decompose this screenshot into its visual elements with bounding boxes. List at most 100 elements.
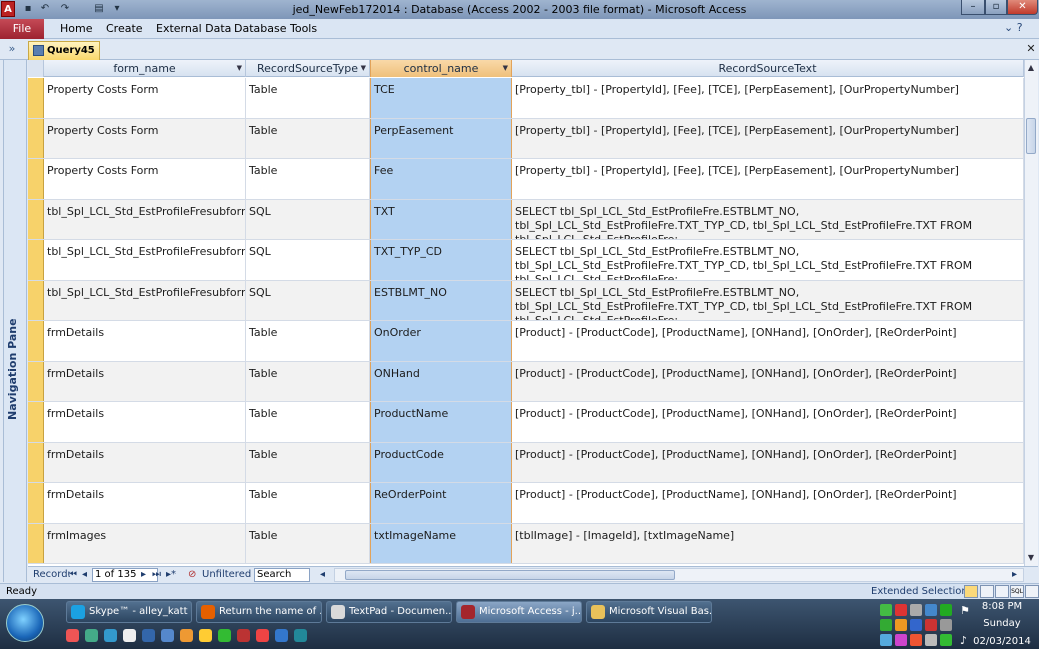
recordsourcetext-cell[interactable]: [Property_tbl] - [PropertyId], [Fee], [T… xyxy=(512,118,1024,158)
dropdown-arrow-icon[interactable]: ▼ xyxy=(237,60,242,77)
column-header-recordsourcetext[interactable]: RecordSourceText xyxy=(512,60,1024,77)
tray-orange-icon[interactable] xyxy=(895,619,907,631)
table-row[interactable]: tbl_Spl_LCL_Std_EstProfileFresubform SQL T… xyxy=(28,199,1024,240)
recordsourcetext-cell[interactable]: SELECT tbl_Spl_LCL_Std_EstProfileFre.EST… xyxy=(512,199,1024,239)
form-name-cell[interactable]: frmImages xyxy=(44,523,246,563)
record-selector[interactable] xyxy=(28,78,44,118)
record-selector[interactable] xyxy=(28,159,44,199)
record-selector[interactable] xyxy=(28,240,44,280)
quicklaunch-explorer-icon[interactable] xyxy=(123,629,136,642)
volume-icon[interactable]: ♪ xyxy=(960,634,967,647)
next-record-icon[interactable]: ▸ xyxy=(141,568,146,582)
recordsourcetext-cell[interactable]: [tblImage] - [ImageId], [txtImageName] xyxy=(512,523,1024,563)
taskbar-item[interactable]: Microsoft Visual Bas... xyxy=(586,601,712,623)
record-selector[interactable] xyxy=(28,199,44,239)
control-name-cell[interactable]: ProductCode xyxy=(370,442,512,482)
table-row[interactable]: Property Costs Form Table PerpEasement [Pro… xyxy=(28,118,1024,159)
record-selector[interactable] xyxy=(28,118,44,158)
tray-firefox-icon[interactable] xyxy=(910,634,922,646)
control-name-cell[interactable]: txtImageName xyxy=(370,523,512,563)
control-name-cell[interactable]: TCE xyxy=(370,78,512,118)
tray-device-icon[interactable] xyxy=(910,604,922,616)
quicklaunch-chrome-icon[interactable] xyxy=(180,629,193,642)
flag-icon[interactable]: ⚑ xyxy=(960,604,970,617)
form-name-cell[interactable]: frmDetails xyxy=(44,361,246,401)
control-name-cell[interactable]: ONHand xyxy=(370,361,512,401)
navigation-pane[interactable]: Navigation Pane xyxy=(3,60,27,582)
tray-misc-icon[interactable] xyxy=(895,634,907,646)
minimize-button[interactable]: – xyxy=(961,0,985,15)
form-name-cell[interactable]: tbl_Spl_LCL_Std_EstProfileFresubform xyxy=(44,280,246,320)
clock-day[interactable]: Sunday xyxy=(978,618,1026,629)
record-selector[interactable] xyxy=(28,483,44,523)
pivottable-view-icon[interactable] xyxy=(980,585,994,598)
taskbar-item[interactable]: Microsoft Access - j... xyxy=(456,601,582,623)
help-icon[interactable]: ⌄ ? xyxy=(1004,21,1023,34)
recordsourcetype-cell[interactable]: Table xyxy=(246,321,370,361)
scroll-up-arrow-icon[interactable]: ▲ xyxy=(1024,61,1038,75)
control-name-cell[interactable]: ESTBLMT_NO xyxy=(370,280,512,320)
table-row[interactable]: frmDetails Table ReOrderPoint [Product] - [… xyxy=(28,483,1024,524)
recordsourcetext-cell[interactable]: SELECT tbl_Spl_LCL_Std_EstProfileFre.EST… xyxy=(512,240,1024,280)
quicklaunch-camera-icon[interactable] xyxy=(294,629,307,642)
form-name-cell[interactable]: frmDetails xyxy=(44,483,246,523)
recordsourcetype-cell[interactable]: Table xyxy=(246,523,370,563)
quicklaunch-window-icon[interactable] xyxy=(275,629,288,642)
tray-display-icon[interactable] xyxy=(925,604,937,616)
table-row[interactable]: tbl_Spl_LCL_Std_EstProfileFresubform SQL T… xyxy=(28,240,1024,281)
recordsourcetype-cell[interactable]: Table xyxy=(246,159,370,199)
close-document-icon[interactable]: ✕ xyxy=(1024,42,1038,56)
recordsourcetext-cell[interactable]: [Product] - [ProductCode], [ProductName]… xyxy=(512,442,1024,482)
record-selector[interactable] xyxy=(28,523,44,563)
start-button[interactable] xyxy=(6,604,44,642)
restore-button[interactable]: ▫ xyxy=(985,0,1007,15)
nav-pane-toggle-icon[interactable]: » xyxy=(4,42,20,58)
horizontal-scroll-thumb[interactable] xyxy=(345,570,675,580)
first-record-icon[interactable]: ⏮ xyxy=(68,568,77,582)
previous-record-icon[interactable]: ◂ xyxy=(82,568,87,582)
recordsourcetype-cell[interactable]: Table xyxy=(246,118,370,158)
table-row[interactable]: frmDetails Table ONHand [Product] - [Produc… xyxy=(28,361,1024,402)
quicklaunch-monitor-icon[interactable] xyxy=(142,629,155,642)
tray-alert-icon[interactable] xyxy=(925,619,937,631)
form-name-cell[interactable]: tbl_Spl_LCL_Std_EstProfileFresubform xyxy=(44,240,246,280)
tab-file[interactable]: File xyxy=(0,19,44,39)
pivotchart-view-icon[interactable] xyxy=(995,585,1009,598)
tray-update-icon[interactable] xyxy=(940,604,952,616)
recordsourcetext-cell[interactable]: [Product] - [ProductCode], [ProductName]… xyxy=(512,321,1024,361)
sql-view-icon[interactable]: SQL xyxy=(1010,585,1024,598)
record-selector[interactable] xyxy=(28,361,44,401)
record-selector[interactable] xyxy=(28,321,44,361)
column-header-control-name[interactable]: control_name ▼ xyxy=(370,60,512,77)
taskbar-item[interactable]: Skype™ - alley_katt xyxy=(66,601,192,623)
recordsourcetext-cell[interactable]: [Product] - [ProductCode], [ProductName]… xyxy=(512,402,1024,442)
recordsourcetype-cell[interactable]: Table xyxy=(246,361,370,401)
scroll-left-arrow-icon[interactable]: ◂ xyxy=(320,568,325,582)
recordsourcetext-cell[interactable]: SELECT tbl_Spl_LCL_Std_EstProfileFre.EST… xyxy=(512,280,1024,320)
quicklaunch-paint-icon[interactable] xyxy=(85,629,98,642)
search-input[interactable]: Search xyxy=(254,568,310,582)
current-record-field[interactable]: 1 of 135 xyxy=(92,568,158,582)
tab-database-tools[interactable]: Database Tools xyxy=(234,19,317,39)
tray-sync-icon[interactable] xyxy=(880,619,892,631)
quicklaunch-grid-icon[interactable] xyxy=(256,629,269,642)
recordsourcetype-cell[interactable]: SQL xyxy=(246,240,370,280)
control-name-cell[interactable]: Fee xyxy=(370,159,512,199)
vertical-scroll-thumb[interactable] xyxy=(1026,118,1036,154)
table-row[interactable]: tbl_Spl_LCL_Std_EstProfileFresubform SQL E… xyxy=(28,280,1024,321)
quicklaunch-tool-icon[interactable] xyxy=(237,629,250,642)
form-name-cell[interactable]: Property Costs Form xyxy=(44,159,246,199)
record-selector[interactable] xyxy=(28,280,44,320)
clock-date[interactable]: 02/03/2014 xyxy=(972,636,1032,647)
control-name-cell[interactable]: TXT_TYP_CD xyxy=(370,240,512,280)
taskbar-item[interactable]: Return the name of ... xyxy=(196,601,322,623)
close-window-button[interactable]: ✕ xyxy=(1007,0,1038,15)
recordsourcetype-cell[interactable]: SQL xyxy=(246,199,370,239)
table-row[interactable]: frmImages Table txtImageName [tblImage] - [… xyxy=(28,523,1024,564)
table-row[interactable]: Property Costs Form Table Fee [Property_tbl… xyxy=(28,159,1024,200)
table-row[interactable]: Property Costs Form Table TCE [Property_tbl… xyxy=(28,78,1024,119)
form-name-cell[interactable]: frmDetails xyxy=(44,321,246,361)
recordsourcetype-cell[interactable]: Table xyxy=(246,78,370,118)
scroll-right-arrow-icon[interactable]: ▸ xyxy=(1012,568,1017,582)
tray-bluetooth-icon[interactable] xyxy=(910,619,922,631)
